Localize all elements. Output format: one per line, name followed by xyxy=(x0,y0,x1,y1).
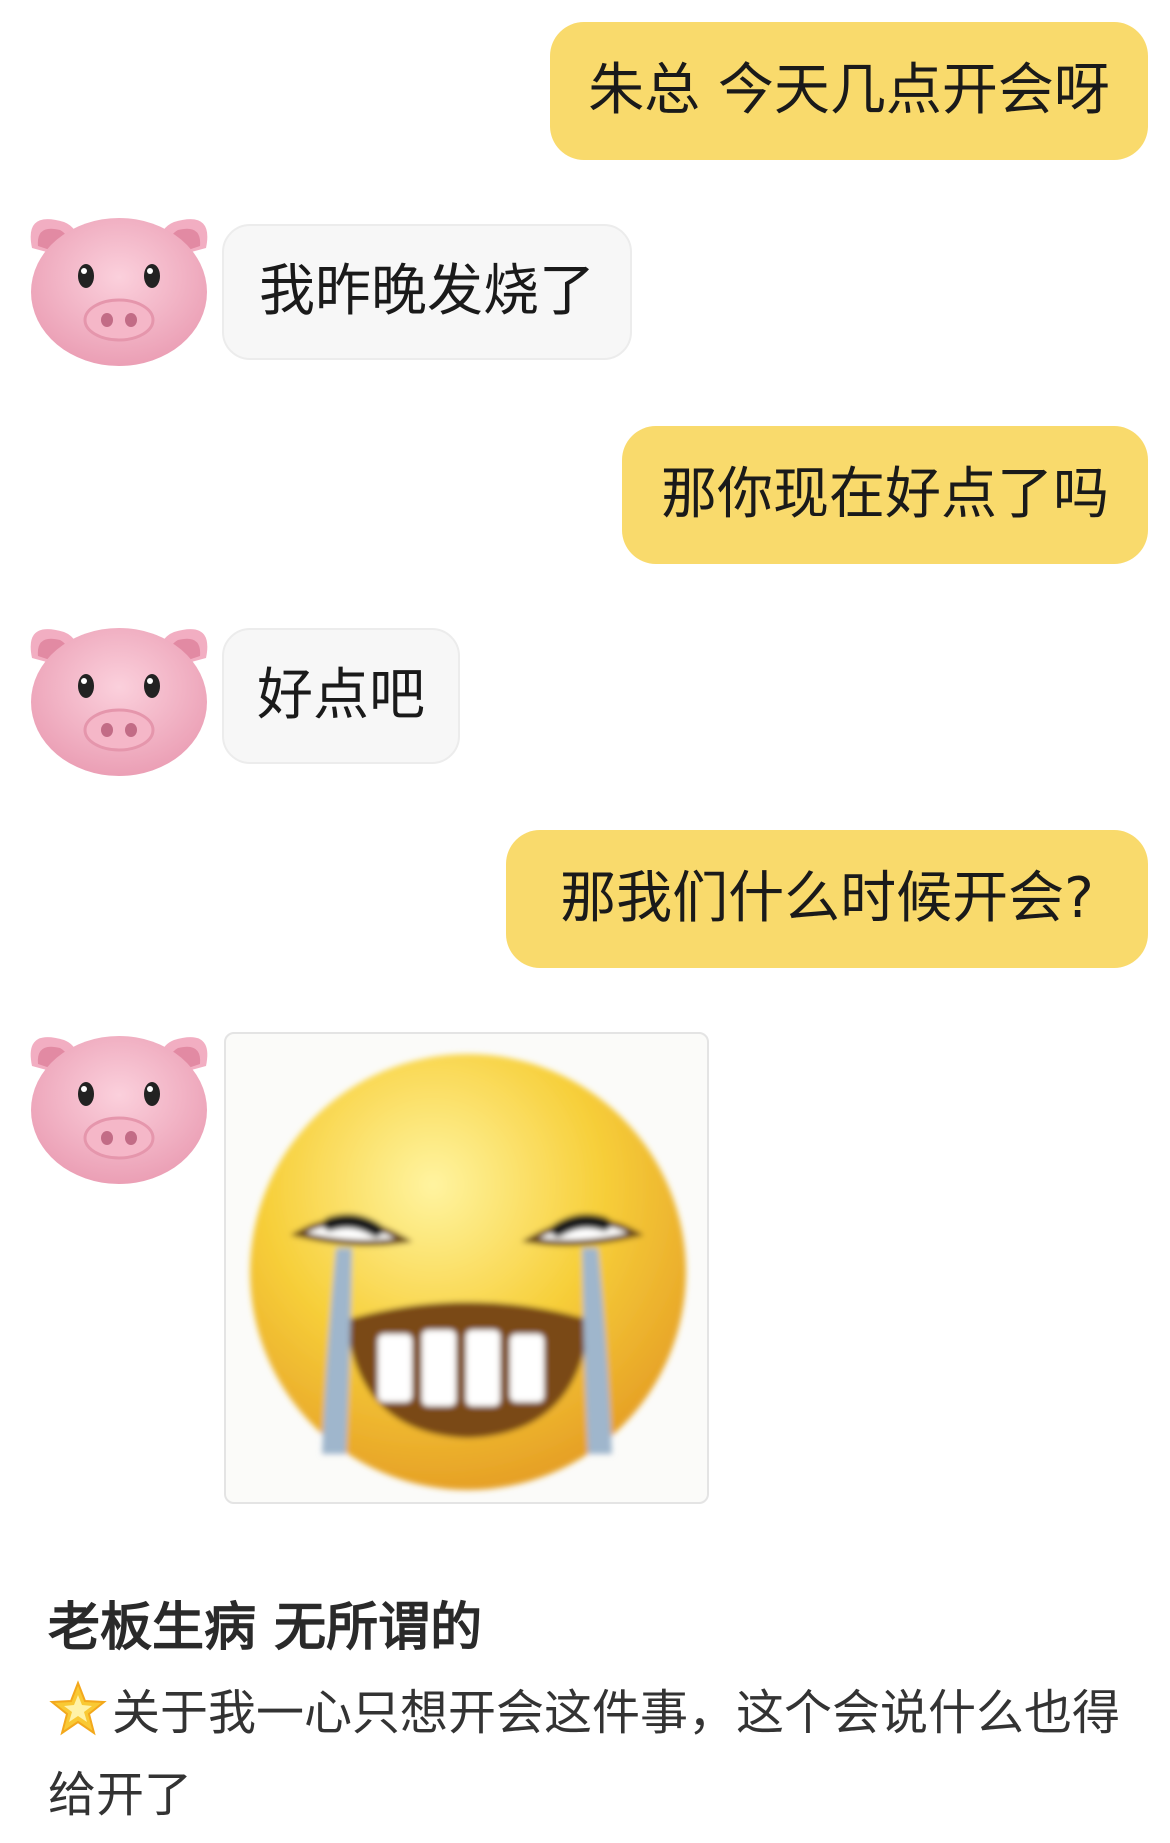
message-bubble-outgoing[interactable]: 那我们什么时候开会? xyxy=(506,830,1148,968)
message-text: 我昨晚发烧了 xyxy=(259,259,595,324)
sticker-image[interactable] xyxy=(224,1032,709,1504)
message-text: 朱总 今天几点开会呀 xyxy=(588,58,1110,123)
pig-avatar-icon[interactable] xyxy=(14,200,224,370)
message-bubble-outgoing[interactable]: 那你现在好点了吗 xyxy=(622,426,1148,564)
message-bubble-incoming[interactable]: 我昨晚发烧了 xyxy=(222,224,632,360)
post-body-text: 关于我一心只想开会这件事，这个会说什么也得给开了 xyxy=(48,1685,1121,1823)
message-text: 那你现在好点了吗 xyxy=(661,462,1109,527)
pig-avatar-icon[interactable] xyxy=(14,1018,224,1188)
crying-laughing-emoji-icon xyxy=(250,1054,686,1490)
pig-avatar-icon[interactable] xyxy=(14,610,224,780)
glowing-star-icon xyxy=(49,1680,107,1736)
message-bubble-outgoing[interactable]: 朱总 今天几点开会呀 xyxy=(550,22,1148,160)
message-text: 那我们什么时候开会? xyxy=(560,866,1094,931)
post-body: 关于我一心只想开会这件事，这个会说什么也得给开了 xyxy=(48,1672,1128,1836)
message-text: 好点吧 xyxy=(257,663,425,728)
post-title: 老板生病 无所谓的 xyxy=(48,1598,483,1658)
message-bubble-incoming[interactable]: 好点吧 xyxy=(222,628,460,764)
